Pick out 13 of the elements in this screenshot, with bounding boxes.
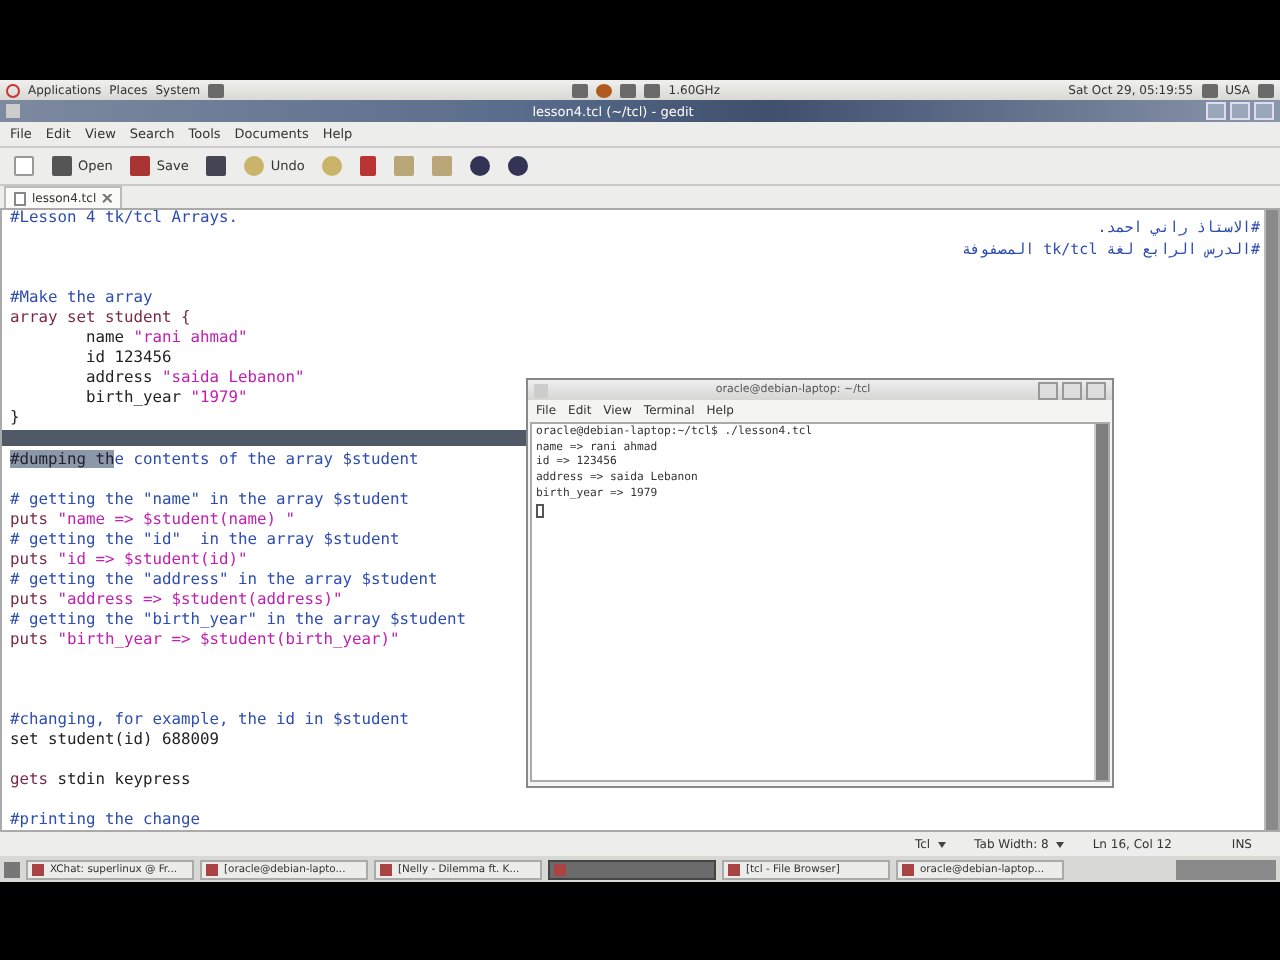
close-button[interactable] [1086,381,1106,399]
maximize-button[interactable] [1062,381,1082,399]
caret-icon [1056,841,1065,847]
workspace-switcher[interactable] [1176,859,1276,879]
foot-icon[interactable] [6,83,20,97]
caret-icon [938,841,947,847]
close-icon[interactable] [102,193,113,203]
new-file-icon [14,156,34,176]
scrollbar[interactable] [1264,210,1278,830]
minimize-button[interactable] [1038,381,1058,399]
text-cursor [536,503,544,518]
taskbar-item[interactable] [548,859,716,879]
scrollbar[interactable] [1094,424,1108,780]
